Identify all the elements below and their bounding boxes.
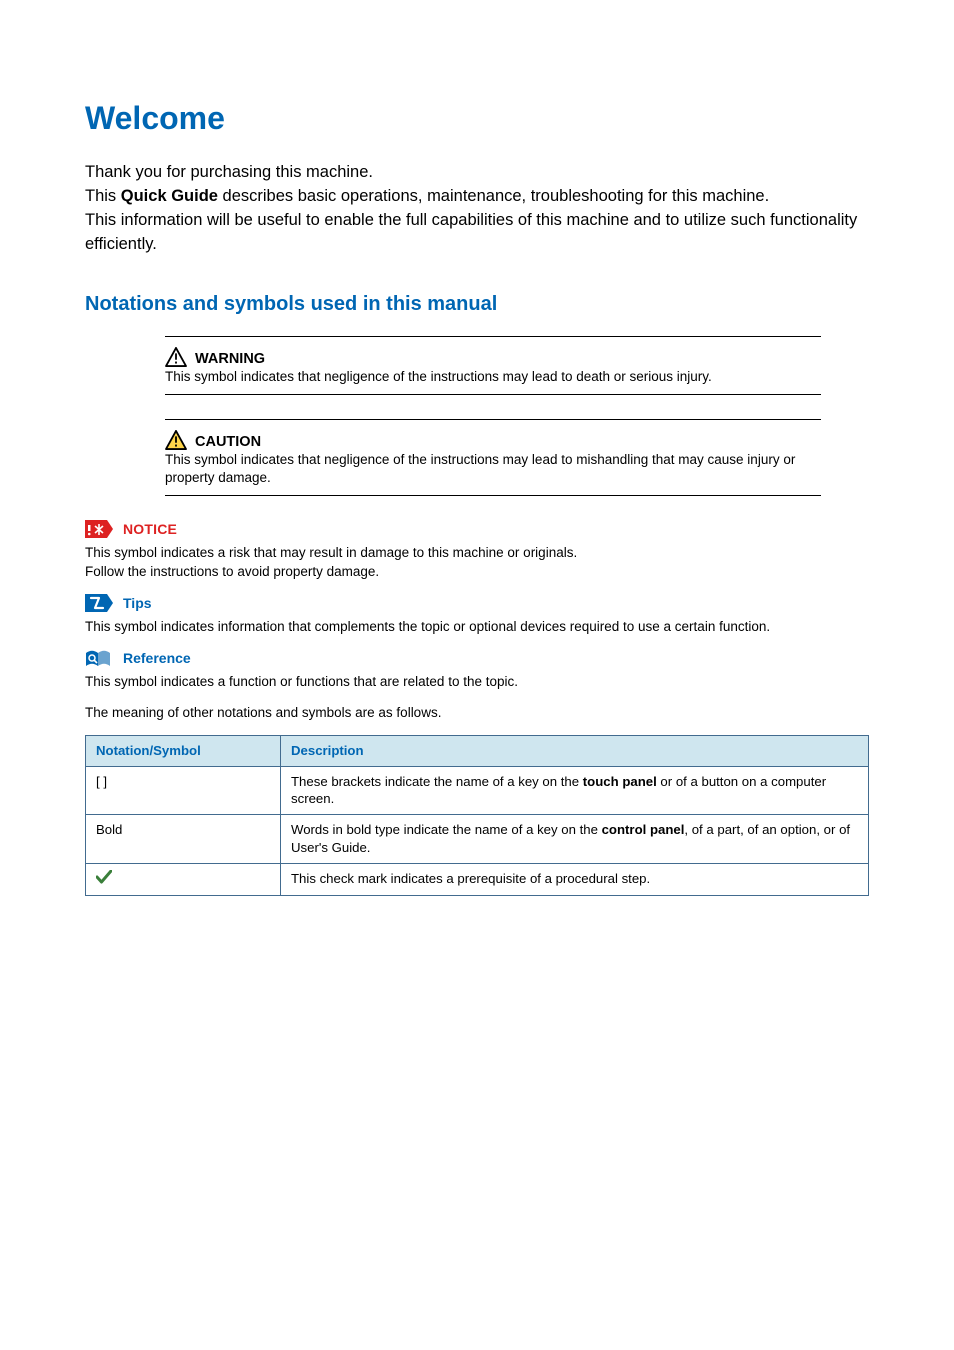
table-cell-symbol: Bold bbox=[86, 815, 281, 864]
page-title: Welcome bbox=[85, 100, 869, 137]
intro-line-2: This Quick Guide describes basic operati… bbox=[85, 185, 869, 209]
section-heading-notations: Notations and symbols used in this manua… bbox=[85, 293, 869, 316]
notice-text-1: This symbol indicates a risk that may re… bbox=[85, 545, 577, 560]
tips-label: Tips bbox=[123, 595, 152, 611]
table-cell-symbol: [ ] bbox=[86, 766, 281, 815]
quick-guide-bold: Quick Guide bbox=[121, 187, 218, 205]
notice-text: This symbol indicates a risk that may re… bbox=[85, 544, 869, 582]
notice-text-2: Follow the instructions to avoid propert… bbox=[85, 564, 379, 579]
reference-label: Reference bbox=[123, 650, 191, 666]
check-icon bbox=[96, 870, 112, 884]
tips-flag-icon bbox=[85, 594, 113, 612]
warning-block: WARNING This symbol indicates that negli… bbox=[165, 336, 821, 395]
notice-row: NOTICE bbox=[85, 520, 869, 538]
intro-line-1: Thank you for purchasing this machine. bbox=[85, 161, 869, 185]
notice-flag-icon bbox=[85, 520, 113, 538]
table-row: [ ] These brackets indicate the name of … bbox=[86, 766, 869, 815]
table-row: Bold Words in bold type indicate the nam… bbox=[86, 815, 869, 864]
table-cell-symbol bbox=[86, 863, 281, 895]
warning-label: WARNING bbox=[195, 351, 265, 367]
notice-label: NOTICE bbox=[123, 521, 177, 537]
warning-triangle-icon bbox=[165, 347, 187, 367]
table-cell-desc: These brackets indicate the name of a ke… bbox=[281, 766, 869, 815]
other-notations-note: The meaning of other notations and symbo… bbox=[85, 704, 869, 723]
desc-a: This check mark indicates a prerequisite… bbox=[291, 871, 650, 886]
table-cell-desc: Words in bold type indicate the name of … bbox=[281, 815, 869, 864]
intro-line2-prefix: This bbox=[85, 187, 121, 205]
desc-a: These brackets indicate the name of a ke… bbox=[291, 774, 583, 789]
intro-line-3: This information will be useful to enabl… bbox=[85, 209, 869, 257]
notation-table: Notation/Symbol Description [ ] These br… bbox=[85, 735, 869, 896]
desc-bold: touch panel bbox=[583, 774, 657, 789]
caution-label: CAUTION bbox=[195, 434, 261, 450]
reference-book-icon bbox=[85, 649, 113, 667]
desc-a: Words in bold type indicate the name of … bbox=[291, 822, 602, 837]
caution-text: This symbol indicates that negligence of… bbox=[165, 451, 821, 487]
desc-bold: control panel bbox=[602, 822, 685, 837]
caution-block: CAUTION This symbol indicates that negli… bbox=[165, 419, 821, 496]
table-cell-desc: This check mark indicates a prerequisite… bbox=[281, 863, 869, 895]
reference-text: This symbol indicates a function or func… bbox=[85, 673, 869, 692]
tips-text: This symbol indicates information that c… bbox=[85, 618, 869, 637]
intro-line2-suffix: describes basic operations, maintenance,… bbox=[218, 187, 769, 205]
table-header-description: Description bbox=[281, 735, 869, 766]
caution-triangle-icon bbox=[165, 430, 187, 450]
warning-text: This symbol indicates that negligence of… bbox=[165, 368, 821, 386]
intro-paragraph: Thank you for purchasing this machine. T… bbox=[85, 161, 869, 257]
table-row: This check mark indicates a prerequisite… bbox=[86, 863, 869, 895]
tips-row: Tips bbox=[85, 594, 869, 612]
reference-row: Reference bbox=[85, 649, 869, 667]
table-header-notation: Notation/Symbol bbox=[86, 735, 281, 766]
